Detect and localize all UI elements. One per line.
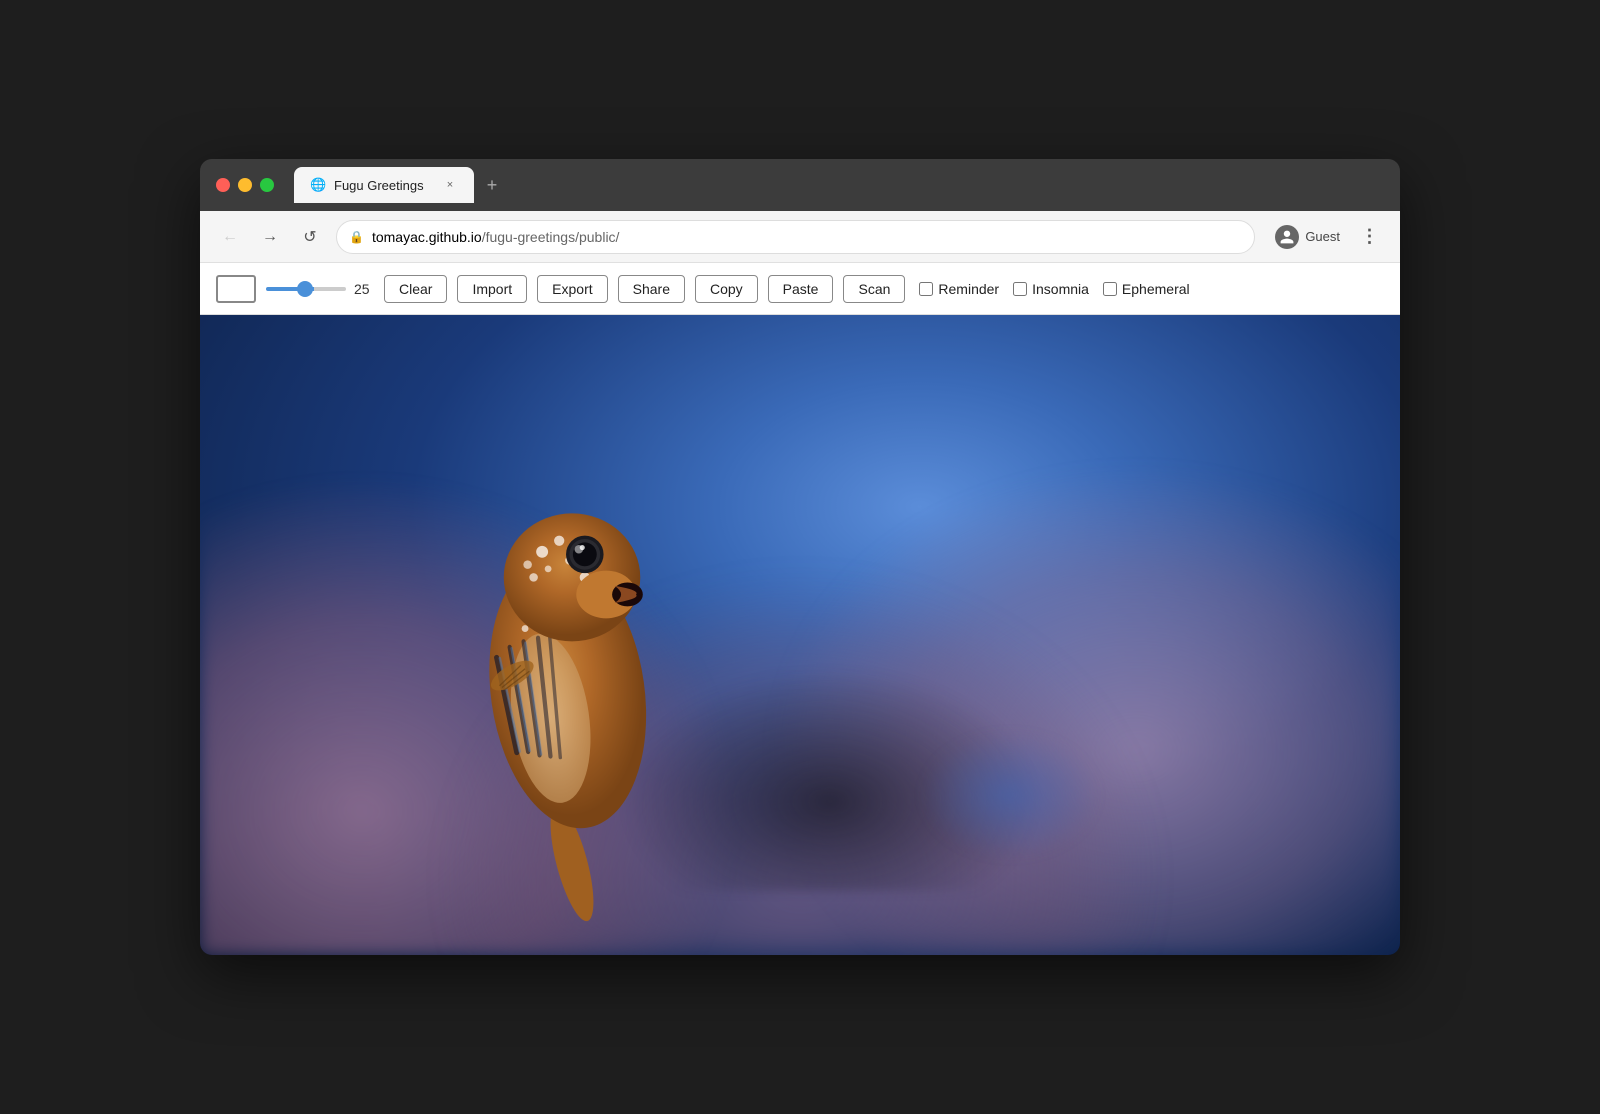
url-text: tomayac.github.io/fugu-greetings/public/ bbox=[372, 229, 620, 245]
new-tab-button[interactable]: + bbox=[478, 171, 506, 199]
reminder-checkbox-label[interactable]: Reminder bbox=[919, 281, 999, 297]
menu-dots-button[interactable]: ⋮ bbox=[1356, 223, 1384, 251]
profile-label: Guest bbox=[1305, 229, 1340, 244]
refresh-button[interactable]: ↺ bbox=[296, 223, 324, 251]
browser-window: 🌐 Fugu Greetings × + ← → ↺ 🔒 tomayac.git… bbox=[200, 159, 1400, 955]
close-button[interactable] bbox=[216, 178, 230, 192]
color-swatch[interactable] bbox=[216, 275, 256, 303]
copy-button[interactable]: Copy bbox=[695, 275, 758, 303]
scan-button[interactable]: Scan bbox=[843, 275, 905, 303]
insomnia-label: Insomnia bbox=[1032, 281, 1089, 297]
ephemeral-checkbox[interactable] bbox=[1103, 282, 1117, 296]
forward-button[interactable]: → bbox=[256, 223, 284, 251]
tab-favicon-icon: 🌐 bbox=[310, 177, 326, 193]
ephemeral-checkbox-label[interactable]: Ephemeral bbox=[1103, 281, 1190, 297]
title-bar: 🌐 Fugu Greetings × + bbox=[200, 159, 1400, 211]
clear-button[interactable]: Clear bbox=[384, 275, 447, 303]
insomnia-checkbox[interactable] bbox=[1013, 282, 1027, 296]
tab-bar: 🌐 Fugu Greetings × + bbox=[294, 167, 1384, 203]
insomnia-checkbox-label[interactable]: Insomnia bbox=[1013, 281, 1089, 297]
reminder-checkbox[interactable] bbox=[919, 282, 933, 296]
size-slider[interactable] bbox=[266, 287, 346, 291]
profile-icon bbox=[1275, 225, 1299, 249]
export-button[interactable]: Export bbox=[537, 275, 607, 303]
profile-area: Guest ⋮ bbox=[1267, 221, 1384, 253]
share-button[interactable]: Share bbox=[618, 275, 685, 303]
url-bar[interactable]: 🔒 tomayac.github.io/fugu-greetings/publi… bbox=[336, 220, 1255, 254]
maximize-button[interactable] bbox=[260, 178, 274, 192]
minimize-button[interactable] bbox=[238, 178, 252, 192]
tab-close-button[interactable]: × bbox=[442, 177, 458, 193]
lock-icon: 🔒 bbox=[349, 230, 364, 244]
address-bar: ← → ↺ 🔒 tomayac.github.io/fugu-greetings… bbox=[200, 211, 1400, 263]
url-domain: tomayac.github.io bbox=[372, 229, 482, 245]
fish-scene bbox=[200, 315, 1400, 955]
canvas-area[interactable] bbox=[200, 315, 1400, 955]
traffic-lights bbox=[216, 178, 274, 192]
size-value: 25 bbox=[354, 281, 374, 297]
slider-container: 25 bbox=[266, 281, 374, 297]
app-toolbar: 25 Clear Import Export Share Copy Paste … bbox=[200, 263, 1400, 315]
checkbox-group: Reminder Insomnia Ephemeral bbox=[919, 281, 1189, 297]
profile-button[interactable]: Guest bbox=[1267, 221, 1348, 253]
back-button[interactable]: ← bbox=[216, 223, 244, 251]
ephemeral-label: Ephemeral bbox=[1122, 281, 1190, 297]
url-path: /fugu-greetings/public/ bbox=[482, 229, 620, 245]
active-tab[interactable]: 🌐 Fugu Greetings × bbox=[294, 167, 474, 203]
reminder-label: Reminder bbox=[938, 281, 999, 297]
blue-highlight bbox=[920, 731, 1100, 859]
fish-illustration bbox=[344, 411, 800, 923]
fish-svg bbox=[344, 411, 800, 923]
import-button[interactable]: Import bbox=[457, 275, 527, 303]
paste-button[interactable]: Paste bbox=[768, 275, 834, 303]
tab-title: Fugu Greetings bbox=[334, 178, 434, 193]
